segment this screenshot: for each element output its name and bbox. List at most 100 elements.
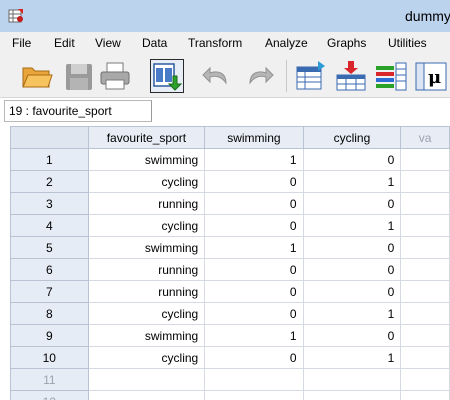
cell-empty[interactable] <box>204 368 304 391</box>
menu-view[interactable]: View <box>95 36 121 50</box>
cell-favourite-sport[interactable]: swimming <box>87 324 206 347</box>
cell-cycling[interactable]: 1 <box>302 170 402 193</box>
table-row[interactable]: 9 swimming 1 0 <box>10 324 450 347</box>
cell-empty[interactable] <box>400 214 450 237</box>
cell-cycling[interactable]: 0 <box>302 236 402 259</box>
column-header-var[interactable]: va <box>400 126 450 149</box>
grid-corner[interactable] <box>10 126 89 149</box>
table-row[interactable]: 4 cycling 0 1 <box>10 214 450 237</box>
open-folder-icon[interactable] <box>20 59 54 93</box>
cell-swimming[interactable]: 0 <box>204 192 304 215</box>
column-header-cycling[interactable]: cycling <box>302 126 402 149</box>
row-number[interactable]: 1 <box>10 148 89 171</box>
cell-empty[interactable] <box>400 192 450 215</box>
spss-app-icon[interactable] <box>8 8 24 24</box>
cell-empty[interactable] <box>302 390 402 400</box>
table-row[interactable]: 1 swimming 1 0 <box>10 148 450 171</box>
redo-icon[interactable] <box>242 59 276 93</box>
table-row[interactable]: 3 running 0 0 <box>10 192 450 215</box>
row-number[interactable]: 11 <box>10 368 89 391</box>
row-number[interactable]: 8 <box>10 302 89 325</box>
cell-empty[interactable] <box>400 324 450 347</box>
cell-swimming[interactable]: 0 <box>204 214 304 237</box>
cell-cycling[interactable]: 1 <box>302 346 402 369</box>
table-row[interactable]: 8 cycling 0 1 <box>10 302 450 325</box>
cell-swimming[interactable]: 0 <box>204 258 304 281</box>
row-number[interactable]: 4 <box>10 214 89 237</box>
row-number[interactable]: 2 <box>10 170 89 193</box>
table-row[interactable]: 10 cycling 0 1 <box>10 346 450 369</box>
column-header-swimming[interactable]: swimming <box>204 126 304 149</box>
cell-cycling[interactable]: 0 <box>302 258 402 281</box>
cell-reference-box[interactable]: 19 : favourite_sport <box>4 100 152 122</box>
cell-empty[interactable] <box>302 368 402 391</box>
cell-favourite-sport[interactable]: running <box>87 280 206 303</box>
cell-empty[interactable] <box>400 170 450 193</box>
column-header-favourite-sport[interactable]: favourite_sport <box>87 126 206 149</box>
cell-empty[interactable] <box>400 302 450 325</box>
row-number[interactable]: 3 <box>10 192 89 215</box>
cell-swimming[interactable]: 1 <box>204 324 304 347</box>
cell-cycling[interactable]: 1 <box>302 302 402 325</box>
table-row-empty[interactable]: 11 <box>10 368 450 391</box>
cell-favourite-sport[interactable]: running <box>87 192 206 215</box>
cell-empty[interactable] <box>204 390 304 400</box>
cell-empty[interactable] <box>400 346 450 369</box>
cell-cycling[interactable]: 0 <box>302 192 402 215</box>
menu-utilities[interactable]: Utilities <box>388 36 427 50</box>
cell-favourite-sport[interactable]: swimming <box>87 236 206 259</box>
table-row[interactable]: 2 cycling 0 1 <box>10 170 450 193</box>
cell-empty[interactable] <box>87 390 206 400</box>
table-row[interactable]: 5 swimming 1 0 <box>10 236 450 259</box>
goto-case-icon[interactable] <box>294 59 328 93</box>
cell-empty[interactable] <box>400 258 450 281</box>
cell-favourite-sport[interactable]: cycling <box>87 214 206 237</box>
toolbar: μ <box>0 54 450 98</box>
cell-reference-bar: 19 : favourite_sport <box>0 98 450 124</box>
cell-cycling[interactable]: 1 <box>302 214 402 237</box>
cell-favourite-sport[interactable]: running <box>87 258 206 281</box>
row-number[interactable]: 10 <box>10 346 89 369</box>
table-row[interactable]: 7 running 0 0 <box>10 280 450 303</box>
variables-icon[interactable] <box>374 59 408 93</box>
print-icon[interactable] <box>98 59 132 93</box>
cell-swimming[interactable]: 1 <box>204 236 304 259</box>
cell-cycling[interactable]: 0 <box>302 324 402 347</box>
cell-favourite-sport[interactable]: cycling <box>87 302 206 325</box>
cell-empty[interactable] <box>400 236 450 259</box>
undo-icon[interactable] <box>200 59 234 93</box>
cell-empty[interactable] <box>400 280 450 303</box>
table-row[interactable]: 6 running 0 0 <box>10 258 450 281</box>
row-number[interactable]: 6 <box>10 258 89 281</box>
row-number[interactable]: 7 <box>10 280 89 303</box>
cell-swimming[interactable]: 0 <box>204 280 304 303</box>
cell-cycling[interactable]: 0 <box>302 280 402 303</box>
cell-favourite-sport[interactable]: cycling <box>87 346 206 369</box>
cell-favourite-sport[interactable]: swimming <box>87 148 206 171</box>
menu-file[interactable]: File <box>12 36 31 50</box>
cell-favourite-sport[interactable]: cycling <box>87 170 206 193</box>
menu-analyze[interactable]: Analyze <box>265 36 308 50</box>
recall-dialog-icon[interactable] <box>150 59 184 93</box>
table-row-empty[interactable]: 12 <box>10 390 450 400</box>
cell-swimming[interactable]: 0 <box>204 346 304 369</box>
row-number[interactable]: 12 <box>10 390 89 400</box>
cell-empty[interactable] <box>400 368 450 391</box>
row-number[interactable]: 5 <box>10 236 89 259</box>
menu-graphs[interactable]: Graphs <box>327 36 366 50</box>
cell-empty[interactable] <box>400 148 450 171</box>
menu-edit[interactable]: Edit <box>54 36 75 50</box>
save-disk-icon[interactable] <box>62 59 96 93</box>
cell-swimming[interactable]: 1 <box>204 148 304 171</box>
menu-data[interactable]: Data <box>142 36 167 50</box>
row-number[interactable]: 9 <box>10 324 89 347</box>
cell-empty[interactable] <box>400 390 450 400</box>
cell-empty[interactable] <box>87 368 206 391</box>
value-labels-icon[interactable]: μ <box>414 59 448 93</box>
menu-transform[interactable]: Transform <box>188 36 242 50</box>
cell-cycling[interactable]: 0 <box>302 148 402 171</box>
cell-swimming[interactable]: 0 <box>204 302 304 325</box>
insert-cases-icon[interactable] <box>334 59 368 93</box>
data-grid: favourite_sport swimming cycling va 1 swi… <box>10 126 450 400</box>
cell-swimming[interactable]: 0 <box>204 170 304 193</box>
